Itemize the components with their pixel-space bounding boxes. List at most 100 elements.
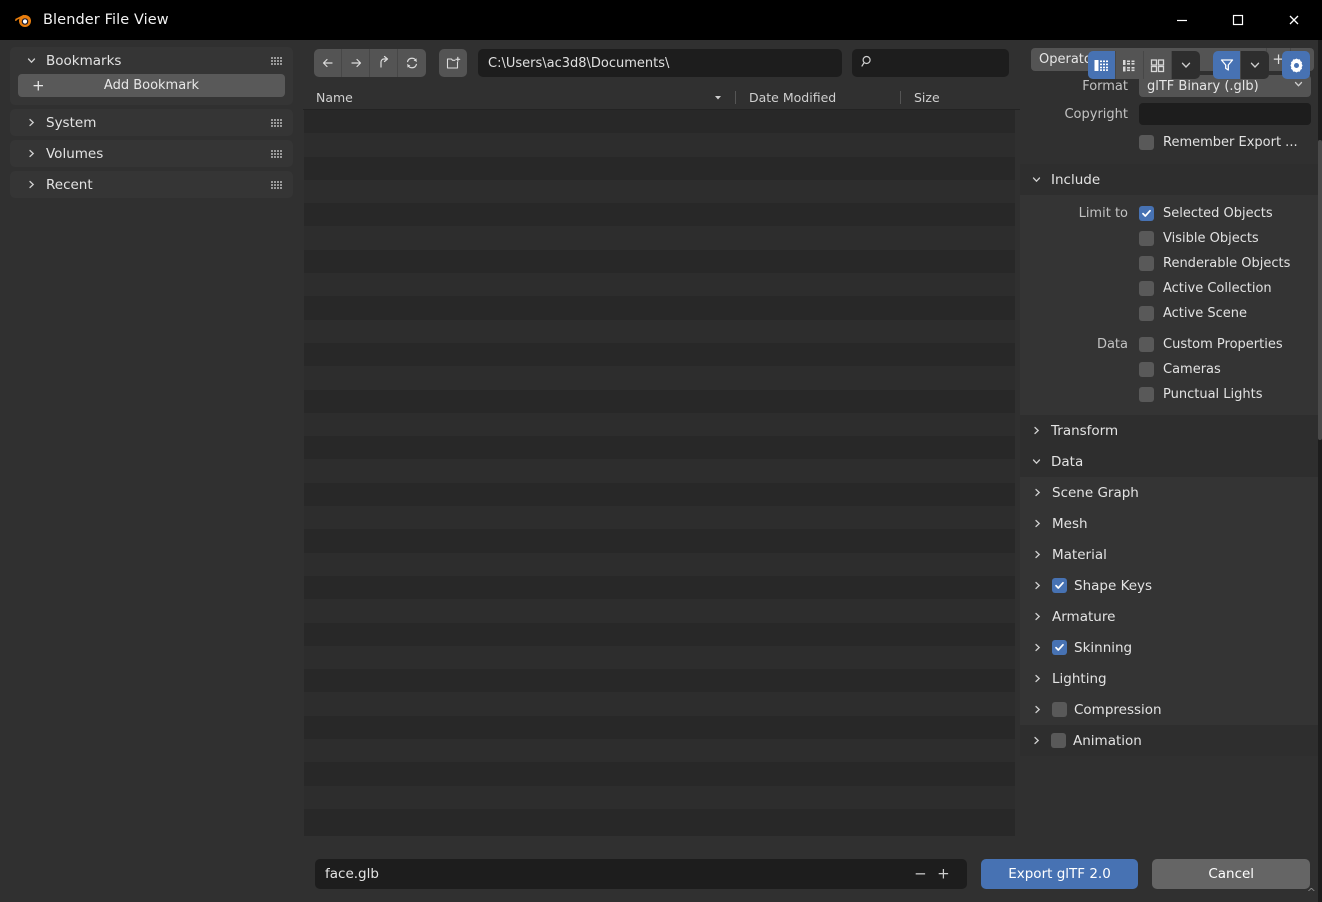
remember-export-checkbox[interactable] [1139,134,1154,150]
sidebar-panel-volumes[interactable]: Volumes [10,140,293,167]
drag-grip-icon[interactable] [271,180,282,189]
path-input[interactable]: C:\Users\ac3d8\Documents\ [478,49,842,77]
chevron-right-icon [26,117,37,128]
new-folder-button[interactable] [439,49,467,77]
drag-grip-icon[interactable] [271,149,282,158]
compression-checkbox[interactable] [1052,702,1067,717]
close-button[interactable] [1266,0,1322,40]
sidebar-panel-header-recent[interactable]: Recent [10,171,293,198]
column-label-size: Size [914,90,940,105]
section-header-skinning[interactable]: Skinning [1020,632,1322,663]
filter-options-dropdown[interactable] [1241,51,1269,79]
chevron-right-icon [1032,673,1043,684]
drag-grip-icon[interactable] [271,56,282,65]
sidebar-panel-header-system[interactable]: System [10,109,293,136]
data-section-body: Scene Graph Mesh Material Shape Keys Arm… [1020,477,1322,725]
minus-icon[interactable]: − [914,866,927,882]
file-row-empty [304,645,1015,670]
export-button[interactable]: Export glTF 2.0 [980,859,1139,889]
maximize-button[interactable] [1210,0,1266,40]
section-header-shape-keys[interactable]: Shape Keys [1020,570,1322,601]
file-row-empty [304,669,1015,692]
file-browser-area: C:\Users\ac3d8\Documents\ Name Date Modi… [303,40,1020,902]
sidebar-panel-system[interactable]: System [10,109,293,136]
chevron-right-icon [26,179,37,190]
plus-icon[interactable]: + [937,866,950,882]
custom-properties-checkbox[interactable] [1139,337,1154,352]
visible-objects-checkbox[interactable] [1139,231,1154,246]
horizontal-list-view-button[interactable] [1116,51,1144,79]
section-header-animation[interactable]: Animation [1020,725,1322,756]
punctual-lights-checkbox[interactable] [1139,387,1154,402]
chevron-right-icon [1032,518,1043,529]
file-row-empty [304,412,1015,437]
file-row-empty [304,366,1015,390]
file-row-empty [304,179,1015,204]
parent-directory-button[interactable] [370,49,398,77]
column-header-size[interactable]: Size [901,90,1020,105]
renderable-objects-checkbox[interactable] [1139,256,1154,271]
file-row-empty [304,436,1015,459]
bottom-action-bar: face.glb − + Export glTF 2.0 Cancel ^ [303,846,1322,902]
chevron-down-icon [26,55,37,66]
properties-scrollbar[interactable] [1318,140,1322,440]
minimize-button[interactable] [1154,0,1210,40]
section-header-transform[interactable]: Transform [1020,415,1322,446]
display-options-dropdown[interactable] [1172,51,1200,79]
animation-checkbox[interactable] [1051,733,1066,748]
view-options-toolbar [1088,51,1310,79]
file-row-empty [304,226,1015,250]
filename-input[interactable]: face.glb − + [315,859,967,889]
shape-keys-checkbox[interactable] [1052,578,1067,593]
add-bookmark-button[interactable]: + Add Bookmark [18,74,285,97]
export-properties-panel: Operator Presets + − Format glTF Binary … [1020,40,1322,846]
search-input[interactable] [852,49,1009,77]
section-header-include[interactable]: Include [1020,164,1322,195]
settings-button[interactable] [1282,51,1310,79]
vertical-list-view-button[interactable] [1088,51,1116,79]
back-button[interactable] [314,49,342,77]
active-scene-checkbox[interactable] [1139,306,1154,321]
file-row-empty [304,623,1015,646]
file-list[interactable] [304,110,1015,836]
file-row-empty [304,552,1015,576]
data-row-1: Cameras [1020,357,1322,382]
column-header-name[interactable]: Name [303,90,735,105]
selected-objects-checkbox[interactable] [1139,206,1154,221]
file-row-empty [304,576,1015,599]
file-row-empty [304,319,1015,343]
data-label: Data [1096,337,1128,352]
cameras-checkbox[interactable] [1139,362,1154,377]
forward-button[interactable] [342,49,370,77]
file-row-empty [304,203,1015,226]
active-scene-label: Active Scene [1163,306,1247,321]
section-header-lighting[interactable]: Lighting [1020,663,1322,694]
chevron-right-icon [1032,704,1043,715]
sidebar-panel-header-bookmarks[interactable]: Bookmarks [10,47,293,74]
blender-logo-icon [12,9,34,31]
active-collection-checkbox[interactable] [1139,281,1154,296]
file-row-empty [304,762,1015,785]
drag-grip-icon[interactable] [271,118,282,127]
sort-descending-icon[interactable] [713,90,723,105]
file-row-empty [304,483,1015,506]
copyright-input[interactable] [1139,103,1311,125]
refresh-button[interactable] [398,49,426,77]
section-header-compression[interactable]: Compression [1020,694,1322,725]
sidebar-panel-recent[interactable]: Recent [10,171,293,198]
section-header-mesh[interactable]: Mesh [1020,508,1322,539]
resize-caret-icon[interactable]: ^ [1307,886,1316,899]
cancel-button[interactable]: Cancel [1152,859,1311,889]
section-header-armature[interactable]: Armature [1020,601,1322,632]
cameras-label: Cameras [1163,362,1221,377]
column-header-date-modified[interactable]: Date Modified [736,90,900,105]
section-header-data[interactable]: Data [1020,446,1322,477]
skinning-checkbox[interactable] [1052,640,1067,655]
filter-group [1213,51,1269,79]
sidebar-panel-header-volumes[interactable]: Volumes [10,140,293,167]
file-row-empty [304,390,1015,413]
section-header-material[interactable]: Material [1020,539,1322,570]
filter-toggle-button[interactable] [1213,51,1241,79]
thumbnail-view-button[interactable] [1144,51,1172,79]
section-header-scene-graph[interactable]: Scene Graph [1020,477,1322,508]
